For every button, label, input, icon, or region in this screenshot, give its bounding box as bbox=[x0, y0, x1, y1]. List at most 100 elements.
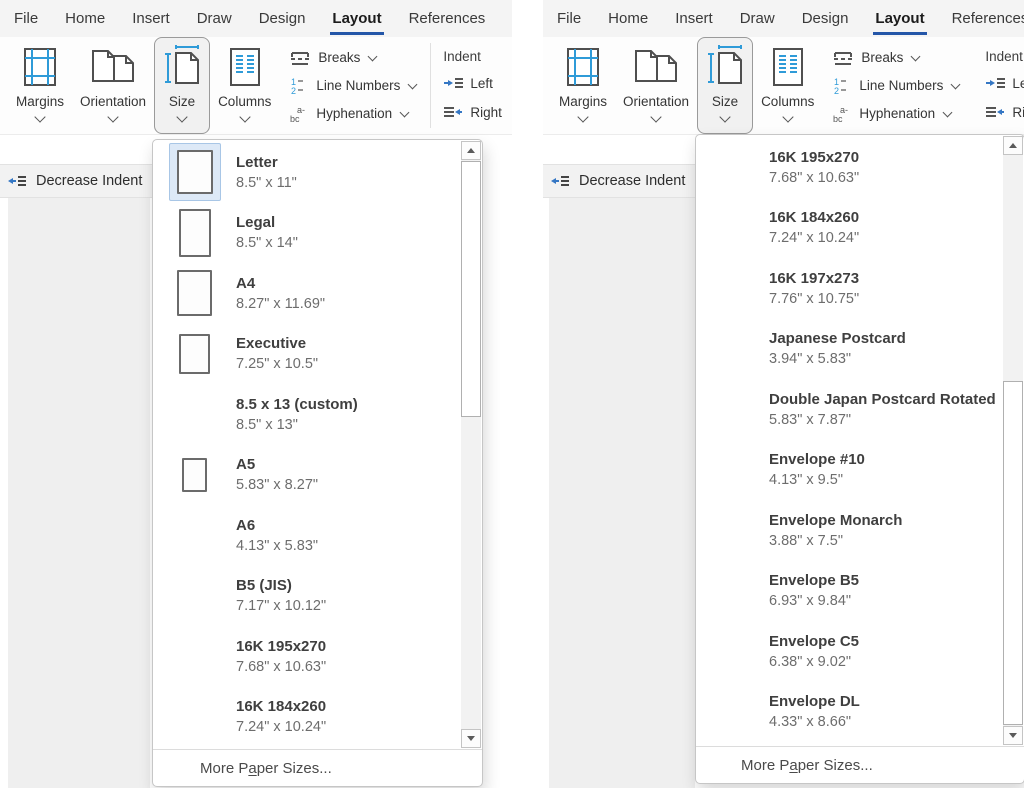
accelerator-letter: a bbox=[789, 757, 797, 774]
size-button[interactable]: Size bbox=[697, 37, 753, 134]
orientation-button[interactable]: Orientation bbox=[72, 37, 154, 134]
tab-file[interactable]: File bbox=[14, 10, 38, 27]
size-option-envelope-b5[interactable]: Envelope B56.93" x 9.84" bbox=[696, 561, 1024, 622]
indent-left-label: Left bbox=[470, 76, 493, 91]
size-option-executive[interactable]: Executive7.25" x 10.5" bbox=[153, 324, 482, 385]
indent-left-label: Left bbox=[1012, 76, 1024, 91]
tab-insert[interactable]: Insert bbox=[675, 10, 713, 27]
hyphenation-icon: a- bc bbox=[289, 105, 309, 123]
size-option-a6[interactable]: A64.13" x 5.83" bbox=[153, 505, 482, 566]
indent-left-field[interactable]: Left bbox=[985, 73, 1024, 93]
size-option-envelope-monarch[interactable]: Envelope Monarch3.88" x 7.5" bbox=[696, 500, 1024, 561]
margins-button[interactable]: Margins bbox=[8, 37, 72, 134]
indent-right-field[interactable]: Right bbox=[985, 102, 1024, 122]
hyphenation-button[interactable]: a- bc Hyphenation bbox=[832, 104, 959, 124]
size-option-a4[interactable]: A48.27" x 11.69" bbox=[153, 263, 482, 324]
size-option-double-japan-postcard[interactable]: Double Japan Postcard Rotated5.83" x 7.8… bbox=[696, 379, 1024, 440]
size-option-envelope-c5[interactable]: Envelope C56.38" x 9.02" bbox=[696, 621, 1024, 682]
more-paper-sizes-button[interactable]: More Paper Sizes... bbox=[696, 747, 1024, 783]
size-option-dims: 6.93" x 9.84" bbox=[769, 591, 859, 611]
size-option-custom[interactable]: 8.5 x 13 (custom)8.5" x 13" bbox=[153, 384, 482, 445]
columns-button[interactable]: Columns bbox=[753, 37, 822, 134]
orientation-button[interactable]: Orientation bbox=[615, 37, 697, 134]
columns-button[interactable]: Columns bbox=[210, 37, 279, 134]
size-option-16k-195[interactable]: 16K 195x2707.68" x 10.63" bbox=[153, 626, 482, 687]
breaks-button[interactable]: Breaks bbox=[289, 48, 416, 68]
page-icon bbox=[179, 209, 211, 257]
size-option-b5[interactable]: B5 (JIS)7.17" x 10.12" bbox=[153, 566, 482, 627]
chevron-down-icon bbox=[943, 107, 953, 117]
hyphenation-button[interactable]: a- bc Hyphenation bbox=[289, 104, 416, 124]
page-setup-small-buttons: Breaks 1 2 Line Numbers bbox=[289, 37, 416, 134]
indent-left-icon bbox=[443, 76, 463, 90]
scroll-thumb[interactable] bbox=[461, 161, 481, 417]
ribbon-tab-bar: File Home Insert Draw Design Layout Refe… bbox=[543, 0, 1024, 37]
size-option-letter[interactable]: Letter8.5" x 11" bbox=[153, 142, 482, 203]
indent-right-icon bbox=[985, 105, 1005, 119]
size-button[interactable]: Size bbox=[154, 37, 210, 134]
indent-right-field[interactable]: Right bbox=[443, 102, 502, 122]
tab-design[interactable]: Design bbox=[259, 10, 306, 27]
size-option-name: A5 bbox=[236, 454, 318, 475]
size-option-dims: 7.68" x 10.63" bbox=[769, 168, 859, 188]
scroll-thumb[interactable] bbox=[1003, 381, 1023, 725]
tab-layout[interactable]: Layout bbox=[332, 10, 381, 27]
decrease-indent-label: Decrease Indent bbox=[579, 173, 685, 189]
tab-insert[interactable]: Insert bbox=[132, 10, 170, 27]
scroll-up-button[interactable] bbox=[1003, 136, 1023, 155]
svg-text:2: 2 bbox=[834, 86, 839, 95]
chevron-down-icon bbox=[400, 107, 410, 117]
size-option-envelope-10[interactable]: Envelope #104.13" x 9.5" bbox=[696, 440, 1024, 501]
size-option-name: Envelope B5 bbox=[769, 570, 859, 591]
decrease-indent-button[interactable]: Decrease Indent bbox=[543, 164, 702, 198]
size-option-a5[interactable]: A55.83" x 8.27" bbox=[153, 445, 482, 506]
size-label: Size bbox=[169, 94, 195, 109]
indent-left-field[interactable]: Left bbox=[443, 73, 502, 93]
size-option-16k-197[interactable]: 16K 197x2737.76" x 10.75" bbox=[696, 258, 1024, 319]
size-option-dims: 3.88" x 7.5" bbox=[769, 531, 902, 551]
size-option-envelope-dl[interactable]: Envelope DL4.33" x 8.66" bbox=[696, 682, 1024, 743]
line-numbers-button[interactable]: 1 2 Line Numbers bbox=[832, 76, 959, 96]
decrease-indent-icon bbox=[550, 174, 570, 188]
indent-right-icon bbox=[443, 105, 463, 119]
triangle-up-icon bbox=[1009, 143, 1017, 148]
tab-layout[interactable]: Layout bbox=[875, 10, 924, 27]
accelerator-letter: a bbox=[248, 760, 256, 777]
size-option-name: B5 (JIS) bbox=[236, 575, 326, 596]
tab-file[interactable]: File bbox=[557, 10, 581, 27]
tab-design[interactable]: Design bbox=[802, 10, 849, 27]
scroll-down-button[interactable] bbox=[461, 729, 481, 748]
page-setup-small-buttons: Breaks 1 2 Line Numbers bbox=[832, 37, 959, 134]
page-icon bbox=[182, 458, 207, 492]
scrollbar[interactable] bbox=[461, 141, 481, 748]
size-option-legal[interactable]: Legal8.5" x 14" bbox=[153, 203, 482, 264]
size-option-name: Legal bbox=[236, 212, 298, 233]
more-paper-sizes-button[interactable]: More Paper Sizes... bbox=[153, 750, 482, 786]
tab-home[interactable]: Home bbox=[608, 10, 648, 27]
size-option-name: Letter bbox=[236, 152, 297, 173]
scrollbar[interactable] bbox=[1003, 136, 1023, 745]
tab-references[interactable]: References bbox=[952, 10, 1024, 27]
scroll-down-button[interactable] bbox=[1003, 726, 1023, 745]
size-option-16k-184[interactable]: 16K 184x2607.24" x 10.24" bbox=[696, 198, 1024, 259]
chevron-down-icon bbox=[650, 111, 661, 122]
decrease-indent-button[interactable]: Decrease Indent bbox=[0, 164, 157, 198]
size-option-16k-184[interactable]: 16K 184x2607.24" x 10.24" bbox=[153, 687, 482, 748]
line-numbers-button[interactable]: 1 2 Line Numbers bbox=[289, 76, 416, 96]
size-option-dims: 7.17" x 10.12" bbox=[236, 596, 326, 616]
tab-draw[interactable]: Draw bbox=[740, 10, 775, 27]
hyphenation-label: Hyphenation bbox=[859, 106, 935, 121]
selected-highlight bbox=[169, 143, 221, 201]
tab-draw[interactable]: Draw bbox=[197, 10, 232, 27]
tab-home[interactable]: Home bbox=[65, 10, 105, 27]
breaks-button[interactable]: Breaks bbox=[832, 48, 959, 68]
margins-button[interactable]: Margins bbox=[551, 37, 615, 134]
size-option-dims: 5.83" x 8.27" bbox=[236, 475, 318, 495]
svg-text:bc: bc bbox=[290, 114, 300, 123]
size-option-16k-195[interactable]: 16K 195x2707.68" x 10.63" bbox=[696, 137, 1024, 198]
chevron-down-icon bbox=[782, 111, 793, 122]
size-option-japanese-postcard[interactable]: Japanese Postcard3.94" x 5.83" bbox=[696, 319, 1024, 380]
orientation-icon bbox=[633, 43, 679, 91]
scroll-up-button[interactable] bbox=[461, 141, 481, 160]
tab-references[interactable]: References bbox=[409, 10, 486, 27]
